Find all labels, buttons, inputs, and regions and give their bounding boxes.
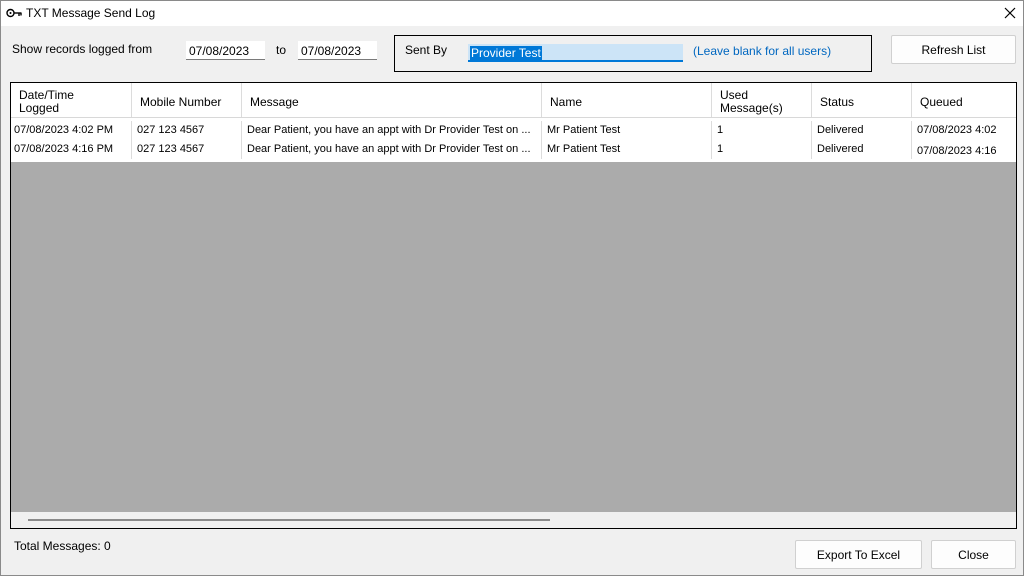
send-log-window: TXT Message Send Log Show records logged…: [0, 0, 1024, 576]
cell-mobile[interactable]: 027 123 4567: [132, 121, 242, 140]
total-messages: Total Messages: 0: [14, 539, 111, 553]
export-to-excel-button[interactable]: Export To Excel: [795, 540, 922, 569]
cell-mobile[interactable]: 027 123 4567: [132, 140, 242, 159]
grid-rows: 07/08/2023 4:02 PM 027 123 4567 Dear Pat…: [11, 118, 1016, 162]
sent-by-hint: (Leave blank for all users): [693, 44, 832, 58]
column-header-name[interactable]: Name: [542, 83, 712, 117]
horizontal-scrollbar[interactable]: [11, 512, 1016, 528]
to-label: to: [276, 43, 287, 57]
sent-by-value: Provider Test: [470, 46, 542, 60]
cell-status[interactable]: Delivered: [812, 121, 912, 140]
cell-used[interactable]: 1: [712, 140, 812, 159]
sent-by-label: Sent By: [405, 43, 448, 57]
refresh-list-button[interactable]: Refresh List: [891, 35, 1016, 64]
cell-queued[interactable]: 07/08/2023 4:16: [912, 140, 1016, 159]
cell-used[interactable]: 1: [712, 121, 812, 140]
to-date-input[interactable]: [298, 41, 377, 58]
table-row[interactable]: 07/08/2023 4:02 PM 027 123 4567 Dear Pat…: [11, 121, 1016, 140]
cell-name[interactable]: Mr Patient Test: [542, 121, 712, 140]
key-icon: [6, 8, 22, 18]
column-header-label: Date/Time Logged: [19, 88, 74, 115]
cell-queued[interactable]: 07/08/2023 4:02: [912, 121, 1016, 140]
sent-by-group: Sent By Provider Test (Leave blank for a…: [394, 35, 872, 72]
cell-datetime[interactable]: 07/08/2023 4:16 PM: [11, 140, 132, 159]
cell-datetime[interactable]: 07/08/2023 4:02 PM: [11, 121, 132, 140]
column-header-message[interactable]: Message: [242, 83, 542, 117]
title-bar: TXT Message Send Log: [1, 1, 1023, 26]
column-header-mobile[interactable]: Mobile Number: [132, 83, 242, 117]
cell-name[interactable]: Mr Patient Test: [542, 140, 712, 159]
table-row[interactable]: 07/08/2023 4:16 PM 027 123 4567 Dear Pat…: [11, 140, 1016, 159]
grid-header: Date/Time Logged Mobile Number Message N…: [11, 83, 1016, 118]
to-date-field[interactable]: [298, 41, 377, 60]
column-header-queued[interactable]: Queued: [912, 83, 1016, 117]
column-header-label: Message: [250, 94, 299, 109]
sent-by-input[interactable]: Provider Test: [468, 44, 683, 62]
message-log-grid: Date/Time Logged Mobile Number Message N…: [10, 82, 1017, 529]
window-title: TXT Message Send Log: [26, 6, 156, 20]
cell-message[interactable]: Dear Patient, you have an appt with Dr P…: [242, 121, 542, 140]
close-button[interactable]: Close: [931, 540, 1016, 569]
cell-message[interactable]: Dear Patient, you have an appt with Dr P…: [242, 140, 542, 159]
cell-status[interactable]: Delivered: [812, 140, 912, 159]
column-header-status[interactable]: Status: [812, 83, 912, 117]
column-header-label: Mobile Number: [140, 94, 222, 109]
column-header-label: Queued: [920, 94, 963, 109]
column-header-label: Name: [550, 94, 583, 109]
close-icon[interactable]: [1001, 4, 1019, 22]
from-date-field[interactable]: [186, 41, 265, 60]
scrollbar-thumb[interactable]: [28, 519, 550, 521]
column-header-datetime[interactable]: Date/Time Logged: [11, 83, 132, 117]
column-header-label: Status: [820, 94, 855, 109]
from-label: Show records logged from: [12, 42, 153, 56]
column-header-used[interactable]: Used Message(s): [712, 83, 812, 117]
column-header-label: Used Message(s): [720, 88, 783, 115]
from-date-input[interactable]: [186, 41, 265, 58]
